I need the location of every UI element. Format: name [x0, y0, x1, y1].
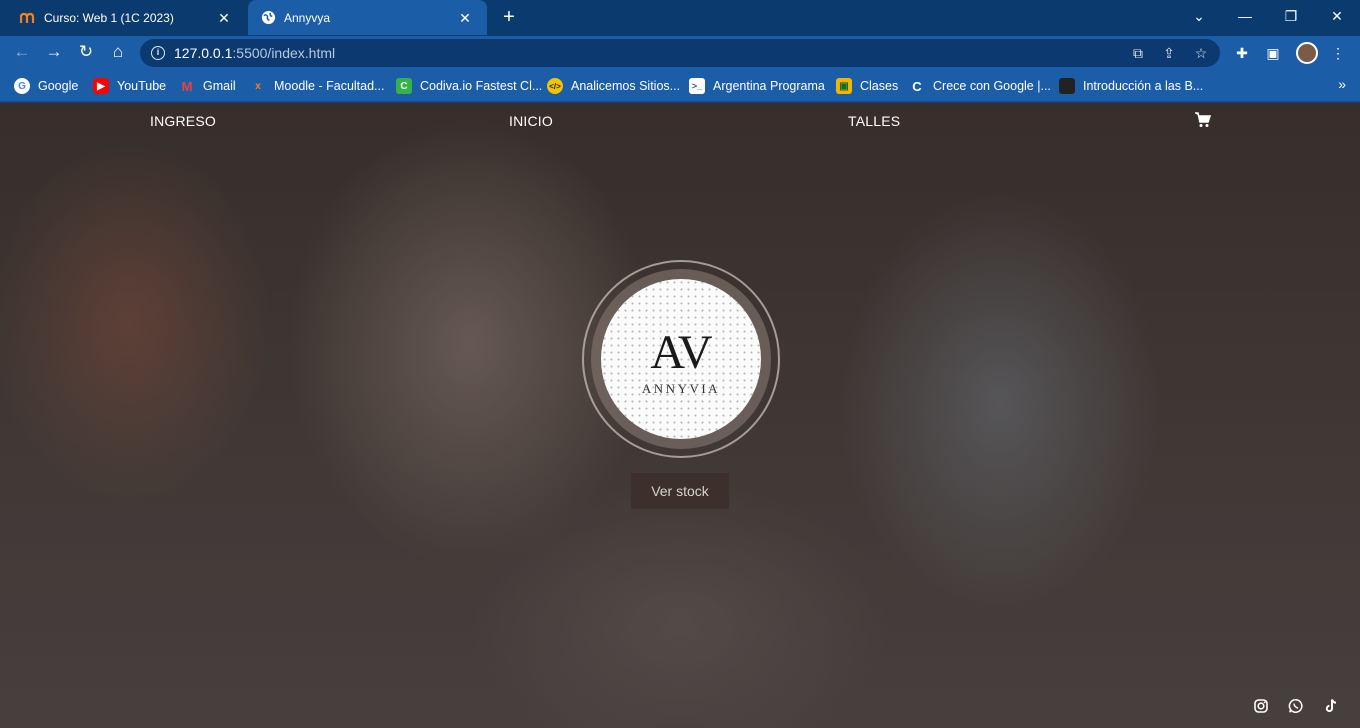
bookmark-moodle[interactable]: x Moodle - Facultad... — [250, 76, 384, 96]
globe-icon — [260, 10, 276, 26]
bookmark-crece-con-google[interactable]: C Crece con Google |... — [909, 76, 1051, 96]
moodle-icon — [20, 10, 36, 26]
whatsapp-icon[interactable] — [1288, 698, 1304, 714]
new-tab-button[interactable]: + — [498, 6, 520, 28]
url-text[interactable]: 127.0.0.1:5500/index.html — [174, 45, 1220, 61]
nav-talles[interactable]: TALLES — [848, 113, 900, 129]
tiktok-icon[interactable] — [1323, 698, 1339, 714]
youtube-icon: ▶ — [93, 78, 109, 94]
tab-curso-web[interactable]: Curso: Web 1 (1C 2023) ✕ — [8, 0, 246, 35]
close-window-button[interactable]: ✕ — [1314, 0, 1360, 32]
logo-wordmark: ANNYVIA — [641, 381, 721, 396]
nav-inicio[interactable]: INICIO — [509, 113, 553, 129]
home-button[interactable]: ⌂ — [105, 39, 131, 65]
google-c-icon: C — [912, 78, 922, 94]
logo-disc: AV ANNYVIA — [601, 279, 761, 439]
more-bookmarks-icon[interactable]: » — [1338, 76, 1346, 92]
brand-logo: AV ANNYVIA — [582, 260, 780, 458]
side-panel-icon[interactable]: ▣ — [1264, 44, 1282, 62]
ver-stock-button[interactable]: Ver stock — [631, 473, 729, 509]
codiva-icon: C — [396, 78, 412, 94]
bookmark-introduccion[interactable]: Introducción a las B... — [1059, 76, 1203, 96]
bookmark-clases[interactable]: ▣ Clases — [836, 76, 898, 96]
logo-monogram: AV — [650, 326, 712, 379]
instagram-icon[interactable] — [1253, 698, 1269, 714]
nav-ingreso[interactable]: INGRESO — [150, 113, 216, 129]
bookmark-thumb-icon — [1059, 78, 1075, 94]
close-icon[interactable]: ✕ — [457, 10, 473, 26]
forward-button[interactable]: → — [41, 39, 67, 65]
menu-icon[interactable]: ⋮ — [1329, 44, 1347, 62]
share-icon[interactable]: ⇪ — [1160, 44, 1178, 62]
close-icon[interactable]: ✕ — [216, 10, 232, 26]
site-nav: INGRESO INICIO TALLES — [0, 103, 1360, 137]
bookmark-star-icon[interactable]: ☆ — [1192, 44, 1210, 62]
extensions-icon[interactable]: ✚ — [1233, 44, 1251, 62]
site-info-icon[interactable]: i — [151, 46, 165, 60]
tab-title: Curso: Web 1 (1C 2023) — [44, 10, 174, 25]
tab-annyvya[interactable]: Annyvya ✕ — [248, 0, 487, 35]
tab-title: Annyvya — [284, 10, 331, 25]
bookmark-analicemos[interactable]: </> Analicemos Sitios... — [547, 76, 680, 96]
bookmark-argentina-programa[interactable]: >_ Argentina Programa — [689, 76, 825, 96]
cart-icon[interactable] — [1195, 112, 1211, 128]
terminal-icon: >_ — [689, 78, 705, 94]
bookmark-gmail[interactable]: M Gmail — [179, 76, 236, 96]
classroom-icon: ▣ — [836, 78, 852, 94]
tab-search-icon[interactable]: ⌄ — [1176, 0, 1222, 32]
reload-button[interactable]: ↻ — [73, 39, 99, 65]
moodle-icon: x — [255, 80, 261, 92]
bookmark-google[interactable]: G Google — [14, 76, 78, 96]
back-button[interactable]: ← — [9, 39, 35, 65]
bookmarks-bar: G Google ▶ YouTube M Gmail x Moodle - Fa… — [0, 70, 1360, 102]
gmail-icon: M — [181, 78, 193, 94]
address-bar[interactable]: i 127.0.0.1:5500/index.html — [140, 39, 1220, 67]
google-icon: G — [14, 78, 30, 94]
restore-button[interactable]: ❐ — [1268, 0, 1314, 32]
translate-icon[interactable]: ⧉ — [1129, 44, 1147, 62]
bookmark-codiva[interactable]: C Codiva.io Fastest Cl... — [396, 76, 542, 96]
page-hero: INGRESO INICIO TALLES AV ANNYVIA Ver sto… — [0, 103, 1360, 728]
avatar[interactable] — [1296, 42, 1318, 64]
bookmark-youtube[interactable]: ▶ YouTube — [93, 76, 166, 96]
tab-strip: Curso: Web 1 (1C 2023) ✕ Annyvya ✕ + ⌄ —… — [0, 0, 1360, 36]
code-icon: </> — [547, 78, 563, 94]
minimize-button[interactable]: — — [1222, 0, 1268, 32]
